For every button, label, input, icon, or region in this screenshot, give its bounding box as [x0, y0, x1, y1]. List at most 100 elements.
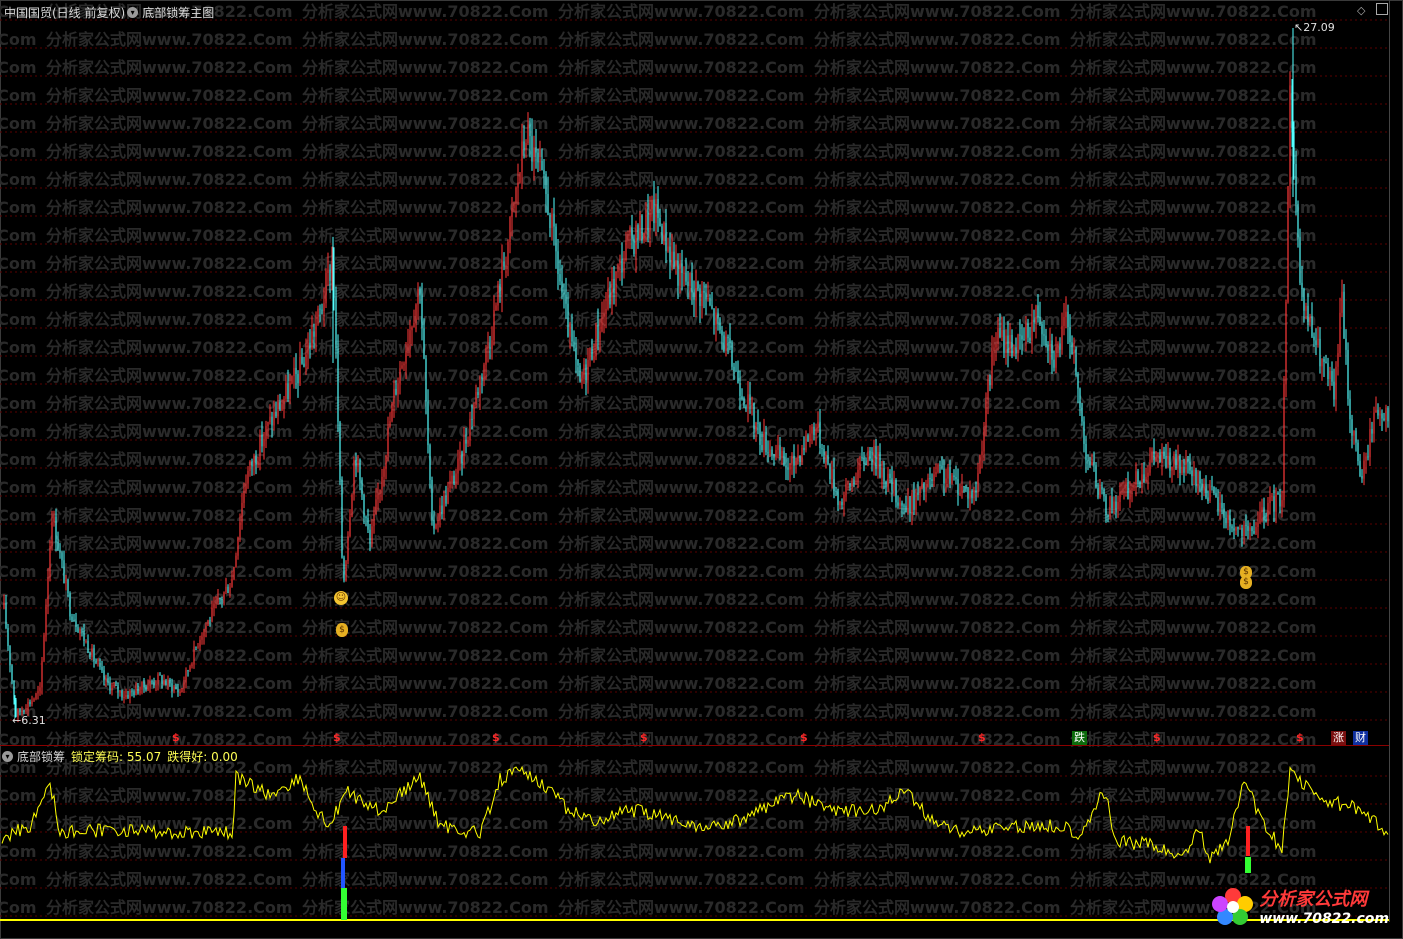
candle-body — [495, 305, 497, 311]
money-bag-icon[interactable]: $ — [1240, 576, 1252, 589]
candle-body — [465, 440, 467, 444]
watermark-text: 分析家公式网www.70822.Com — [302, 842, 549, 861]
candle-body — [219, 597, 221, 599]
chevron-down-icon[interactable]: ▾ — [2, 751, 13, 762]
candle-body — [581, 379, 583, 382]
candle-body — [209, 620, 211, 622]
watermark-text: 分析家公式网www.70822.Com — [558, 814, 805, 833]
candle-body — [695, 281, 697, 300]
finance-badge[interactable]: 财 — [1353, 731, 1368, 745]
dollar-marker[interactable]: $ — [800, 731, 808, 744]
watermark-text: 分析家公式网www.70822.Com — [1070, 198, 1317, 217]
main-indicator-name[interactable]: 底部锁筹主图 — [142, 4, 214, 21]
money-bag-icon[interactable]: $ — [336, 623, 348, 637]
rise-badge[interactable]: 涨 — [1331, 731, 1346, 745]
candle-body — [1363, 460, 1365, 479]
smiley-icon[interactable]: ☺ — [334, 591, 348, 605]
candle-body — [167, 679, 169, 685]
watermark-text: 分析家公式网www.70822.Com — [814, 58, 1061, 77]
site-logo: 分析家公式网 www.70822.com — [1209, 885, 1389, 927]
candle-body — [105, 678, 107, 681]
candle-body — [1223, 508, 1225, 518]
candle-body — [1211, 485, 1213, 487]
watermark-text: 分析家公式网www.70822.Com — [1070, 786, 1317, 805]
candle-body — [755, 422, 757, 430]
candle-body — [109, 682, 111, 691]
candle-body — [549, 214, 551, 228]
candle-body — [805, 435, 807, 451]
candle-body — [983, 428, 985, 452]
candle-body — [991, 350, 993, 386]
candle-body — [321, 309, 323, 311]
watermark-text: 分析家公式网www.70822.Com — [1070, 170, 1317, 189]
fall-badge[interactable]: 跌 — [1072, 731, 1087, 745]
chevron-down-icon[interactable]: ▾ — [127, 7, 139, 18]
candle-body — [555, 226, 557, 252]
stock-title[interactable]: 中国国贸(日线 前复权) — [4, 4, 125, 21]
dollar-marker[interactable]: $ — [333, 731, 341, 744]
watermark-text: 分析家公式网www.70822.Com — [0, 646, 37, 665]
candle-body — [785, 465, 787, 468]
watermark-text: 分析家公式网www.70822.Com — [46, 814, 293, 833]
candle-body — [129, 690, 131, 698]
candle-body — [131, 690, 133, 692]
candle-body — [1017, 334, 1019, 354]
candle-body — [857, 469, 859, 484]
chart-canvas[interactable]: 分析家公式网www.70822.Com 分析家公式网www.70822.Com 分析… — [0, 0, 1403, 939]
candle-body — [1061, 325, 1063, 350]
watermark-text: 分析家公式网www.70822.Com — [1070, 450, 1317, 469]
diamond-icon[interactable]: ◇ — [1357, 4, 1365, 17]
watermark-text: 分析家公式网www.70822.Com — [302, 814, 549, 833]
watermark-text: 分析家公式网www.70822.Com — [558, 618, 805, 637]
candle-body — [853, 481, 855, 484]
candle-body — [929, 478, 931, 480]
candle-body — [693, 292, 695, 300]
watermark-text: 分析家公式网www.70822.Com — [0, 674, 37, 693]
candle-body — [885, 481, 887, 487]
dollar-marker[interactable]: $ — [1296, 731, 1304, 744]
candle-body — [53, 516, 55, 522]
candle-body — [1055, 347, 1057, 368]
candle-body — [121, 690, 123, 698]
watermark-text: 分析家公式网www.70822.Com — [0, 58, 37, 77]
candle-body — [959, 492, 961, 495]
candle-body — [603, 313, 605, 318]
watermark-text: 分析家公式网www.70822.Com — [814, 758, 1061, 777]
dollar-marker[interactable]: $ — [492, 731, 500, 744]
candle-body — [667, 246, 669, 252]
candle-body — [1039, 317, 1041, 325]
sub-indicator-name[interactable]: 底部锁筹 — [17, 748, 65, 765]
candle-body — [811, 426, 813, 434]
candle-body — [905, 505, 907, 513]
watermark-text: 分析家公式网www.70822.Com — [302, 254, 549, 273]
candle-body — [349, 516, 351, 537]
candle-body — [125, 695, 127, 698]
dollar-marker[interactable]: $ — [1153, 731, 1161, 744]
candle-body — [71, 616, 73, 621]
dollar-marker[interactable]: $ — [640, 731, 648, 744]
candle-body — [675, 260, 677, 267]
candle-body — [1269, 497, 1271, 503]
candle-body — [915, 492, 917, 510]
watermark-text: 分析家公式网www.70822.Com — [558, 142, 805, 161]
maximize-icon[interactable] — [1376, 3, 1388, 15]
candle-body — [953, 475, 955, 478]
candle-body — [449, 481, 451, 488]
candle-body — [371, 526, 373, 544]
candle-body — [1189, 461, 1191, 471]
candle-body — [1231, 526, 1233, 529]
watermark-text: 分析家公式网www.70822.Com — [558, 870, 805, 889]
candle-body — [723, 335, 725, 352]
candle-body — [563, 292, 565, 295]
dollar-marker[interactable]: $ — [172, 731, 180, 744]
candle-body — [1029, 337, 1031, 341]
watermark-text: 分析家公式网www.70822.Com — [0, 898, 37, 917]
candle-body — [627, 234, 629, 241]
candle-body — [1185, 459, 1187, 473]
candle-body — [825, 455, 827, 463]
dollar-marker[interactable]: $ — [978, 731, 986, 744]
candle-body — [83, 630, 85, 641]
candle-body — [1155, 456, 1157, 461]
candle-body — [335, 297, 337, 349]
logo-url: www.70822.com — [1259, 911, 1389, 927]
